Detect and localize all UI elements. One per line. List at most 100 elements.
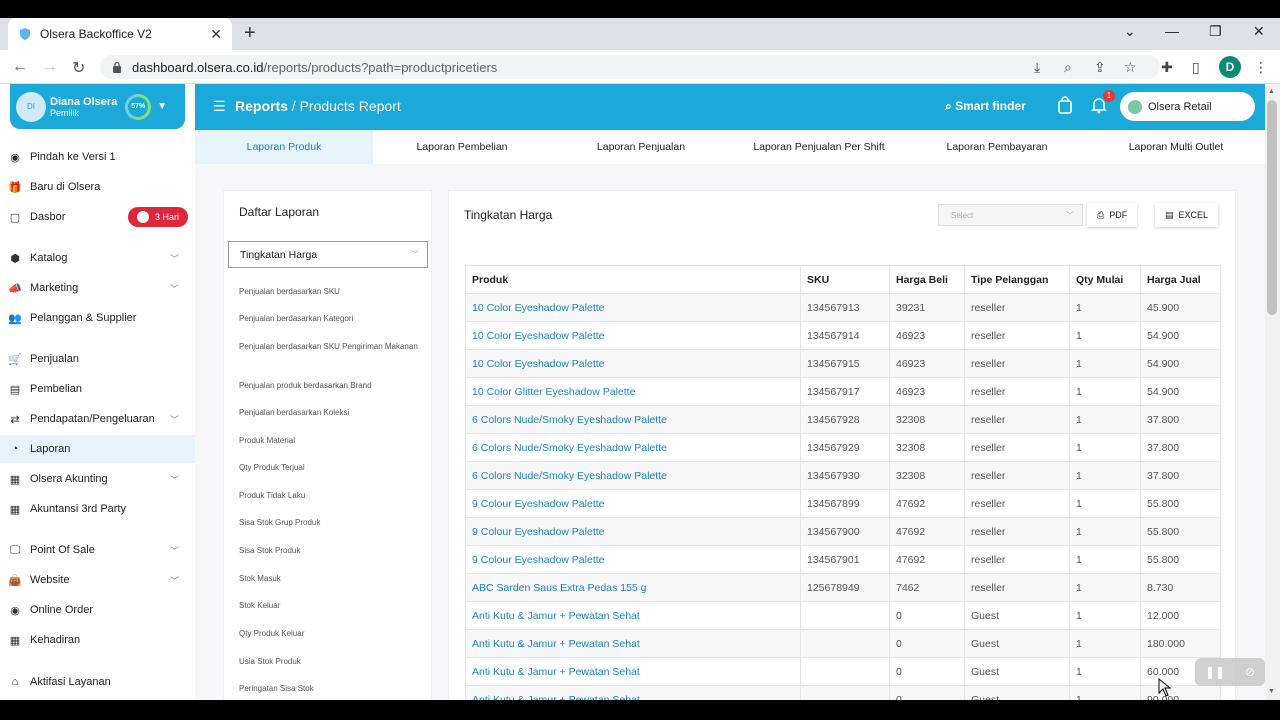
sidebar-item-website[interactable]: 👜 Website ﹀ xyxy=(0,566,195,594)
side-panel-icon[interactable]: ▯ xyxy=(1192,59,1200,76)
sidebar-item-kehadiran[interactable]: ▦ Kehadiran xyxy=(0,626,195,654)
scroll-down-icon[interactable]: ▼ xyxy=(1268,688,1275,695)
pdf-button[interactable]: ⎙ PDF xyxy=(1087,203,1138,227)
column-header[interactable]: Tipe Pelanggan xyxy=(964,265,1070,294)
back-icon[interactable]: ← xyxy=(12,58,28,76)
report-list-item[interactable]: Penjualan berdasarkan Koleksi xyxy=(239,408,419,418)
product-link[interactable]: 9 Colour Eyeshadow Palette xyxy=(465,545,801,574)
shopping-bag-icon[interactable] xyxy=(1057,96,1073,114)
extensions-icon[interactable]: ✚ xyxy=(1161,59,1173,76)
excel-button[interactable]: ▤ EXCEL xyxy=(1155,203,1219,227)
caret-down-icon[interactable]: ▼ xyxy=(157,101,167,112)
report-list-item[interactable]: Sisa Stok Grup Produk xyxy=(239,518,419,528)
column-header[interactable]: Harga Beli xyxy=(889,265,965,294)
product-link[interactable]: 6 Colors Nude/Smoky Eyeshadow Palette xyxy=(465,461,801,490)
product-link[interactable]: 6 Colors Nude/Smoky Eyeshadow Palette xyxy=(465,405,801,434)
breadcrumb: Reports / Products Report xyxy=(235,98,401,114)
product-link[interactable]: 10 Color Eyeshadow Palette xyxy=(465,321,801,350)
filter-select[interactable]: Select ﹀ xyxy=(938,204,1083,226)
sidebar-item-olsera-akunting[interactable]: ▦ Olsera Akunting ﹀ xyxy=(0,465,195,493)
browser-menu-icon[interactable]: ⋮ xyxy=(1254,59,1268,76)
product-link[interactable]: 10 Color Eyeshadow Palette xyxy=(465,293,801,322)
smart-finder-button[interactable]: ⌕ Smart finder xyxy=(945,99,1026,114)
sidebar-item-baru-di-olsera[interactable]: 🎁 Baru di Olsera xyxy=(0,173,195,201)
report-list-item[interactable]: Stok Keluar xyxy=(239,601,419,611)
forward-icon[interactable]: → xyxy=(42,58,58,76)
sidebar-item-aktifasi-layanan[interactable]: ⌂ Aktifasi Layanan xyxy=(0,668,195,696)
tab-close-icon[interactable]: ✕ xyxy=(210,26,222,43)
minimize-icon[interactable]: — xyxy=(1165,23,1179,39)
pause-icon[interactable]: ❚❚ xyxy=(1205,665,1225,679)
product-link[interactable]: 10 Color Glitter Eyeshadow Palette xyxy=(465,377,801,406)
column-header[interactable]: SKU xyxy=(800,265,890,294)
new-tab-button[interactable]: + xyxy=(244,22,256,45)
outlet-selector[interactable]: Olsera Retail xyxy=(1120,92,1255,121)
tab-laporan-produk[interactable]: Laporan Produk xyxy=(195,130,373,164)
share-icon[interactable]: ⇪ xyxy=(1094,59,1106,76)
sidebar-item-marketing[interactable]: 📣 Marketing ﹀ xyxy=(0,274,195,302)
product-link[interactable]: Anti Kutu & Jamur + Pewatan Sehat xyxy=(465,601,801,630)
tab-laporan-multi-outlet[interactable]: Laporan Multi Outlet xyxy=(1087,130,1265,164)
table-cell: 55.800 xyxy=(1140,517,1221,546)
column-header[interactable]: Qty Mulai xyxy=(1069,265,1141,294)
report-type-select[interactable]: Tingkatan Harga ﹀ xyxy=(228,241,428,268)
trial-badge[interactable]: 3 Hari xyxy=(128,207,188,227)
address-bar[interactable]: dashboard.olsera.co.id/reports/products?… xyxy=(100,55,1160,79)
browser-tab[interactable]: Olsera Backoffice V2 ✕ xyxy=(8,18,232,50)
product-link[interactable]: 10 Color Eyeshadow Palette xyxy=(465,349,801,378)
product-link[interactable]: 9 Colour Eyeshadow Palette xyxy=(465,517,801,546)
sidebar-item-pembelian[interactable]: ▤ Pembelian xyxy=(0,375,195,403)
sidebar-item-katalog[interactable]: ⬢ Katalog ﹀ xyxy=(0,244,195,272)
tab-laporan-penjualan-per-shift[interactable]: Laporan Penjualan Per Shift xyxy=(730,130,908,164)
reload-icon[interactable]: ↻ xyxy=(72,58,85,78)
product-link[interactable]: 6 Colors Nude/Smoky Eyeshadow Palette xyxy=(465,433,801,462)
user-card[interactable]: DI Diana Olsera Pemilik 57% ▼ xyxy=(10,84,185,129)
zoom-icon[interactable]: ⌕ xyxy=(1064,59,1072,76)
report-list-item[interactable]: Produk Material xyxy=(239,436,419,446)
tab-search-icon[interactable]: ⌄ xyxy=(1124,23,1136,40)
stop-icon[interactable]: ⊘ xyxy=(1245,665,1255,679)
report-list-item[interactable]: Produk Tidak Laku xyxy=(239,491,419,501)
table-cell: 47692 xyxy=(889,545,965,574)
report-list-item[interactable]: Penjualan produk berdasarkan Brand xyxy=(239,381,419,391)
tab-laporan-penjualan[interactable]: Laporan Penjualan xyxy=(552,130,730,164)
report-list-item[interactable]: Qty Produk Terjual xyxy=(239,463,419,473)
tab-laporan-pembayaran[interactable]: Laporan Pembayaran xyxy=(908,130,1086,164)
sidebar-item-point-of-sale[interactable]: 🖵 Point Of Sale ﹀ xyxy=(0,536,195,564)
sidebar-item-laporan[interactable]: ◔ Laporan xyxy=(0,435,195,463)
sidebar-item-pendapatan-pengeluaran[interactable]: ⇄ Pendapatan/Pengeluaran ﹀ xyxy=(0,405,195,433)
report-list-item[interactable]: Penjualan berdasarkan SKU xyxy=(239,287,419,297)
scroll-up-icon[interactable]: ▲ xyxy=(1268,88,1275,95)
restore-icon[interactable]: ❐ xyxy=(1209,23,1222,40)
report-list-item[interactable]: Qty Produk Keluar xyxy=(239,629,419,639)
sidebar-item-penjualan[interactable]: 🛒 Penjualan xyxy=(0,345,195,373)
tab-laporan-pembelian[interactable]: Laporan Pembelian xyxy=(373,130,551,164)
product-link[interactable]: ABC Sarden Saus Extra Pedas 155 g xyxy=(465,573,801,602)
install-icon[interactable]: ⤓ xyxy=(1034,59,1040,76)
report-list-title: Daftar Laporan xyxy=(239,205,320,219)
scrollbar-thumb[interactable] xyxy=(1267,100,1277,315)
product-link[interactable]: Anti Kutu & Jamur + Pewatan Sehat xyxy=(465,629,801,658)
bookmark-star-icon[interactable]: ☆ xyxy=(1124,59,1137,76)
report-list-item[interactable]: Usia Stok Produk xyxy=(239,657,419,667)
report-list-item[interactable]: Penjualan berdasarkan Kategori xyxy=(239,314,419,324)
window-close-icon[interactable]: ✕ xyxy=(1253,23,1265,40)
sidebar-item-akuntansi-3rd-party[interactable]: ▦ Akuntansi 3rd Party xyxy=(0,495,195,523)
report-list-item[interactable]: Sisa Stok Produk xyxy=(239,546,419,556)
report-list-item[interactable]: Peringatan Sisa Stok xyxy=(239,684,419,694)
sidebar-item-dasbor[interactable]: ▢ Dasbor 3 Hari xyxy=(0,203,195,231)
product-link[interactable]: Anti Kutu & Jamur + Pewatan Sehat xyxy=(465,685,801,700)
breadcrumb-title[interactable]: Reports xyxy=(235,98,288,114)
table-cell: 1 xyxy=(1069,321,1141,350)
column-header[interactable]: Produk xyxy=(465,265,801,294)
report-list-item[interactable]: Stok Masuk xyxy=(239,574,419,584)
sidebar-item-online-order[interactable]: ◉ Online Order xyxy=(0,596,195,624)
hamburger-menu-icon[interactable]: ☰ xyxy=(213,98,226,115)
column-header[interactable]: Harga Jual xyxy=(1140,265,1221,294)
report-list-item[interactable]: Penjualan berdasarkan SKU Pengiriman Mak… xyxy=(239,342,419,352)
product-link[interactable]: Anti Kutu & Jamur + Pewatan Sehat xyxy=(465,657,801,686)
profile-avatar[interactable]: D xyxy=(1219,56,1241,78)
product-link[interactable]: 9 Colour Eyeshadow Palette xyxy=(465,489,801,518)
sidebar-item-pelanggan-supplier[interactable]: 👥 Pelanggan & Supplier xyxy=(0,304,195,332)
sidebar-item-pindah-ke-versi-1[interactable]: ◉ Pindah ke Versi 1 xyxy=(0,143,195,171)
